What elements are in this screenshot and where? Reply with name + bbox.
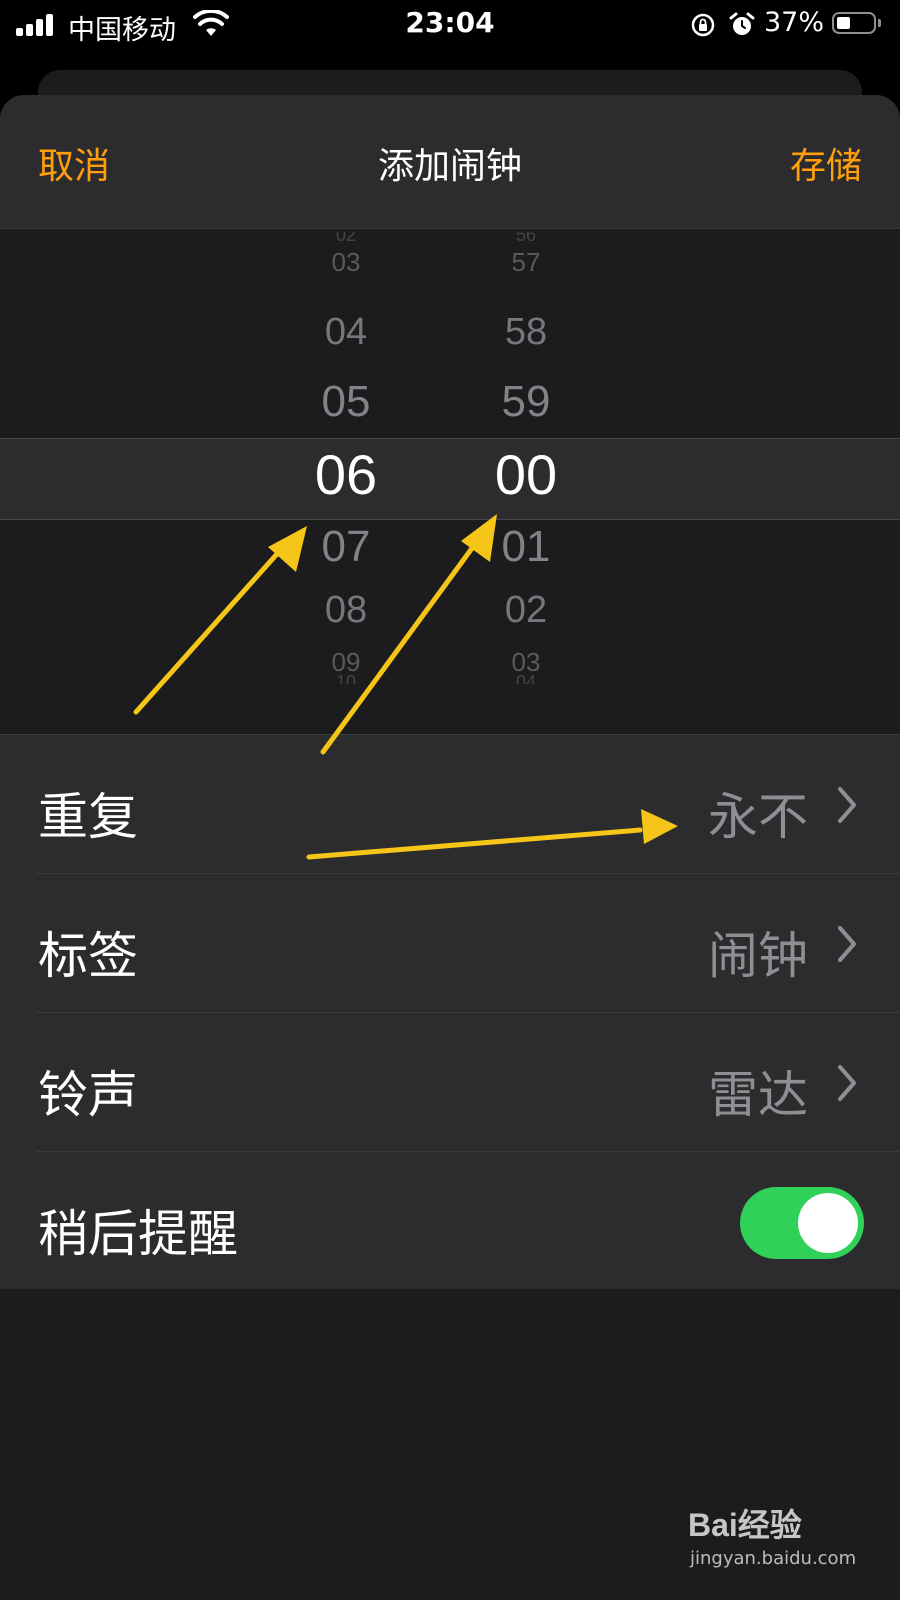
hour-option[interactable]: 06 xyxy=(276,442,416,507)
watermark-url: jingyan.baidu.com xyxy=(690,1548,857,1569)
hour-option[interactable]: 05 xyxy=(276,377,416,427)
time-picker[interactable]: 02 03 04 05 06 07 08 09 10 56 57 58 59 00 01 02 03 04 xyxy=(0,229,900,734)
add-alarm-sheet: 取消 添加闹钟 存储 02 03 04 05 06 07 08 09 10 56 57 58 59 00… xyxy=(0,95,900,1600)
save-button[interactable]: 存储 xyxy=(790,137,862,189)
label-value: 闹钟 xyxy=(708,927,808,985)
alarm-settings-list: 重复 永不 标签 闹钟 铃声 雷达 稍后提醒 xyxy=(0,734,900,1289)
minute-option[interactable]: 02 xyxy=(456,589,596,632)
repeat-label: 重复 xyxy=(38,788,138,846)
sound-row[interactable]: 铃声 雷达 xyxy=(0,1013,900,1152)
minute-option[interactable]: 01 xyxy=(456,522,596,572)
hour-option[interactable]: 07 xyxy=(276,522,416,572)
minute-option[interactable]: 00 xyxy=(456,442,596,507)
minute-option[interactable]: 59 xyxy=(456,377,596,427)
label-label: 标签 xyxy=(38,927,138,985)
battery-tip xyxy=(878,19,881,27)
snooze-label: 稍后提醒 xyxy=(38,1205,238,1263)
snooze-row: 稍后提醒 xyxy=(0,1152,900,1291)
minute-option[interactable]: 56 xyxy=(456,232,596,244)
battery-percentage: 37% xyxy=(764,7,825,38)
minute-wheel[interactable]: 56 57 58 59 00 01 02 03 04 xyxy=(456,229,596,734)
orientation-lock-icon xyxy=(691,13,715,37)
minute-option[interactable]: 58 xyxy=(456,311,596,354)
hour-option[interactable]: 08 xyxy=(276,589,416,632)
watermark: Bai经验 jingyan.baidu.com xyxy=(688,1500,888,1590)
nav-bar: 取消 添加闹钟 存储 xyxy=(0,95,900,229)
battery-fill xyxy=(837,17,850,29)
hour-option[interactable]: 10 xyxy=(276,672,416,684)
repeat-row[interactable]: 重复 永不 xyxy=(0,735,900,874)
label-row[interactable]: 标签 闹钟 xyxy=(0,874,900,1013)
chevron-right-icon xyxy=(838,787,856,823)
hour-option[interactable]: 03 xyxy=(276,247,416,278)
chevron-right-icon xyxy=(838,926,856,962)
snooze-toggle[interactable] xyxy=(740,1187,864,1259)
hour-wheel[interactable]: 02 03 04 05 06 07 08 09 10 xyxy=(276,229,416,734)
toggle-knob xyxy=(798,1193,858,1253)
picker-selection-band xyxy=(0,438,900,520)
repeat-value: 永不 xyxy=(708,788,808,846)
sound-value: 雷达 xyxy=(708,1066,808,1124)
alarm-icon xyxy=(729,12,755,35)
battery-icon xyxy=(832,12,876,34)
watermark-logo: Bai经验 xyxy=(688,1507,802,1543)
minute-option[interactable]: 57 xyxy=(456,247,596,278)
page-title: 添加闹钟 xyxy=(377,146,522,187)
hour-option[interactable]: 04 xyxy=(276,311,416,354)
sound-label: 铃声 xyxy=(38,1066,138,1124)
hour-option[interactable]: 02 xyxy=(276,232,416,244)
status-bar: 中国移动 23:04 37% xyxy=(0,0,900,50)
chevron-right-icon xyxy=(838,1065,856,1101)
minute-option[interactable]: 04 xyxy=(456,672,596,684)
cancel-button[interactable]: 取消 xyxy=(38,137,110,189)
